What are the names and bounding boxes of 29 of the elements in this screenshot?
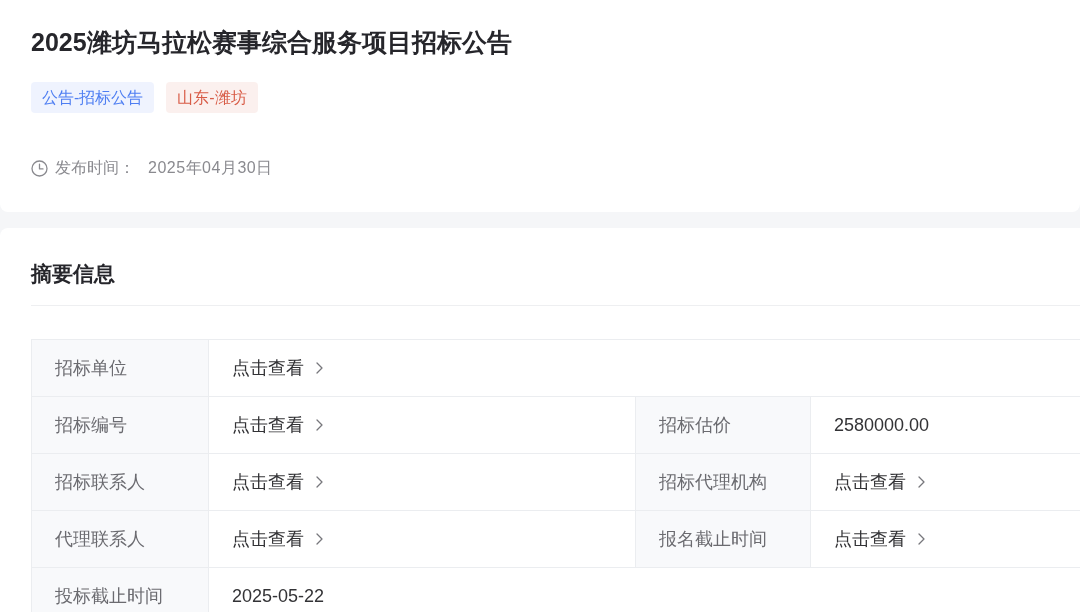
publish-label: 发布时间： xyxy=(55,158,135,178)
page-title: 2025潍坊马拉松赛事综合服务项目招标公告 xyxy=(31,27,512,58)
view-link[interactable]: 点击查看 xyxy=(834,468,925,496)
chevron-right-icon xyxy=(918,533,925,545)
field-label: 报名截止时间 xyxy=(635,511,811,568)
category-tag: 公告-招标公告 xyxy=(31,82,155,113)
field-label: 招标联系人 xyxy=(32,454,209,511)
field-value: 2025-05-22 xyxy=(232,585,325,608)
field-label: 招标编号 xyxy=(32,397,209,454)
view-link[interactable]: 点击查看 xyxy=(834,525,925,553)
view-link[interactable]: 点击查看 xyxy=(232,525,323,553)
clock-icon xyxy=(31,159,48,177)
view-link[interactable]: 点击查看 xyxy=(232,411,323,439)
chevron-right-icon xyxy=(316,419,323,431)
field-label: 代理联系人 xyxy=(32,511,209,568)
chevron-right-icon xyxy=(316,476,323,488)
publish-date: 2025年04月30日 xyxy=(148,158,273,178)
section-heading: 摘要信息 xyxy=(31,261,115,287)
category-tag: 山东-潍坊 xyxy=(166,82,258,113)
chevron-right-icon xyxy=(918,476,925,488)
field-label: 招标单位 xyxy=(32,340,209,397)
field-label: 投标截止时间 xyxy=(32,568,209,612)
chevron-right-icon xyxy=(316,362,323,374)
view-link[interactable]: 点击查看 xyxy=(232,468,323,496)
field-label: 招标估价 xyxy=(635,397,811,454)
view-link[interactable]: 点击查看 xyxy=(232,354,323,382)
chevron-right-icon xyxy=(316,533,323,545)
field-value: 2580000.00 xyxy=(834,413,930,437)
field-label: 招标代理机构 xyxy=(635,454,811,511)
